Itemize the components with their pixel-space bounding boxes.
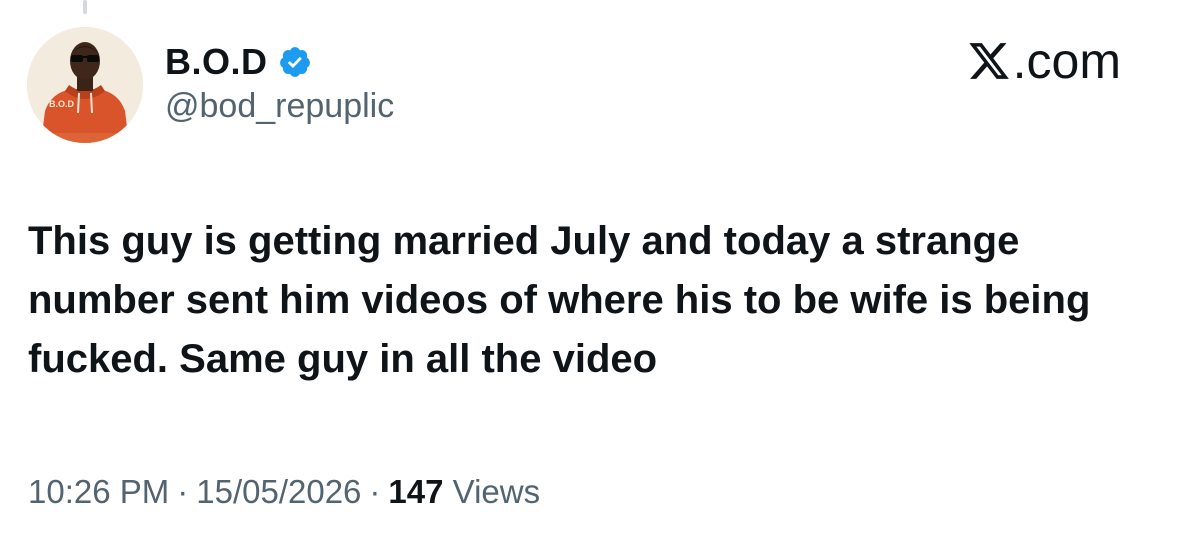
- tweet-time[interactable]: 10:26 PM: [28, 473, 169, 510]
- avatar-chest-text: B.O.D: [49, 99, 75, 109]
- tweet-metadata: 10:26 PM · 15/05/2026 · 147 Views: [28, 472, 540, 512]
- x-logo-icon: [967, 39, 1011, 83]
- thread-connector-line: [83, 0, 87, 14]
- verified-badge-icon: [278, 45, 312, 79]
- author-display-name[interactable]: B.O.D: [165, 44, 268, 80]
- author-handle[interactable]: @bod_repuplic: [165, 87, 394, 125]
- tweet-date[interactable]: 15/05/2026: [196, 473, 361, 510]
- avatar[interactable]: B.O.D: [27, 27, 143, 143]
- brand-domain-text: .com: [1012, 33, 1121, 89]
- tweet-text: This guy is getting married July and tod…: [28, 219, 1091, 381]
- brand-watermark: .com: [967, 36, 1121, 86]
- views-count: 147: [388, 473, 444, 510]
- author-name-row: B.O.D: [165, 38, 312, 86]
- avatar-illustration: B.O.D: [27, 27, 143, 143]
- views-label: Views: [452, 473, 541, 510]
- meta-separator: ·: [177, 473, 189, 510]
- meta-separator: ·: [369, 473, 381, 510]
